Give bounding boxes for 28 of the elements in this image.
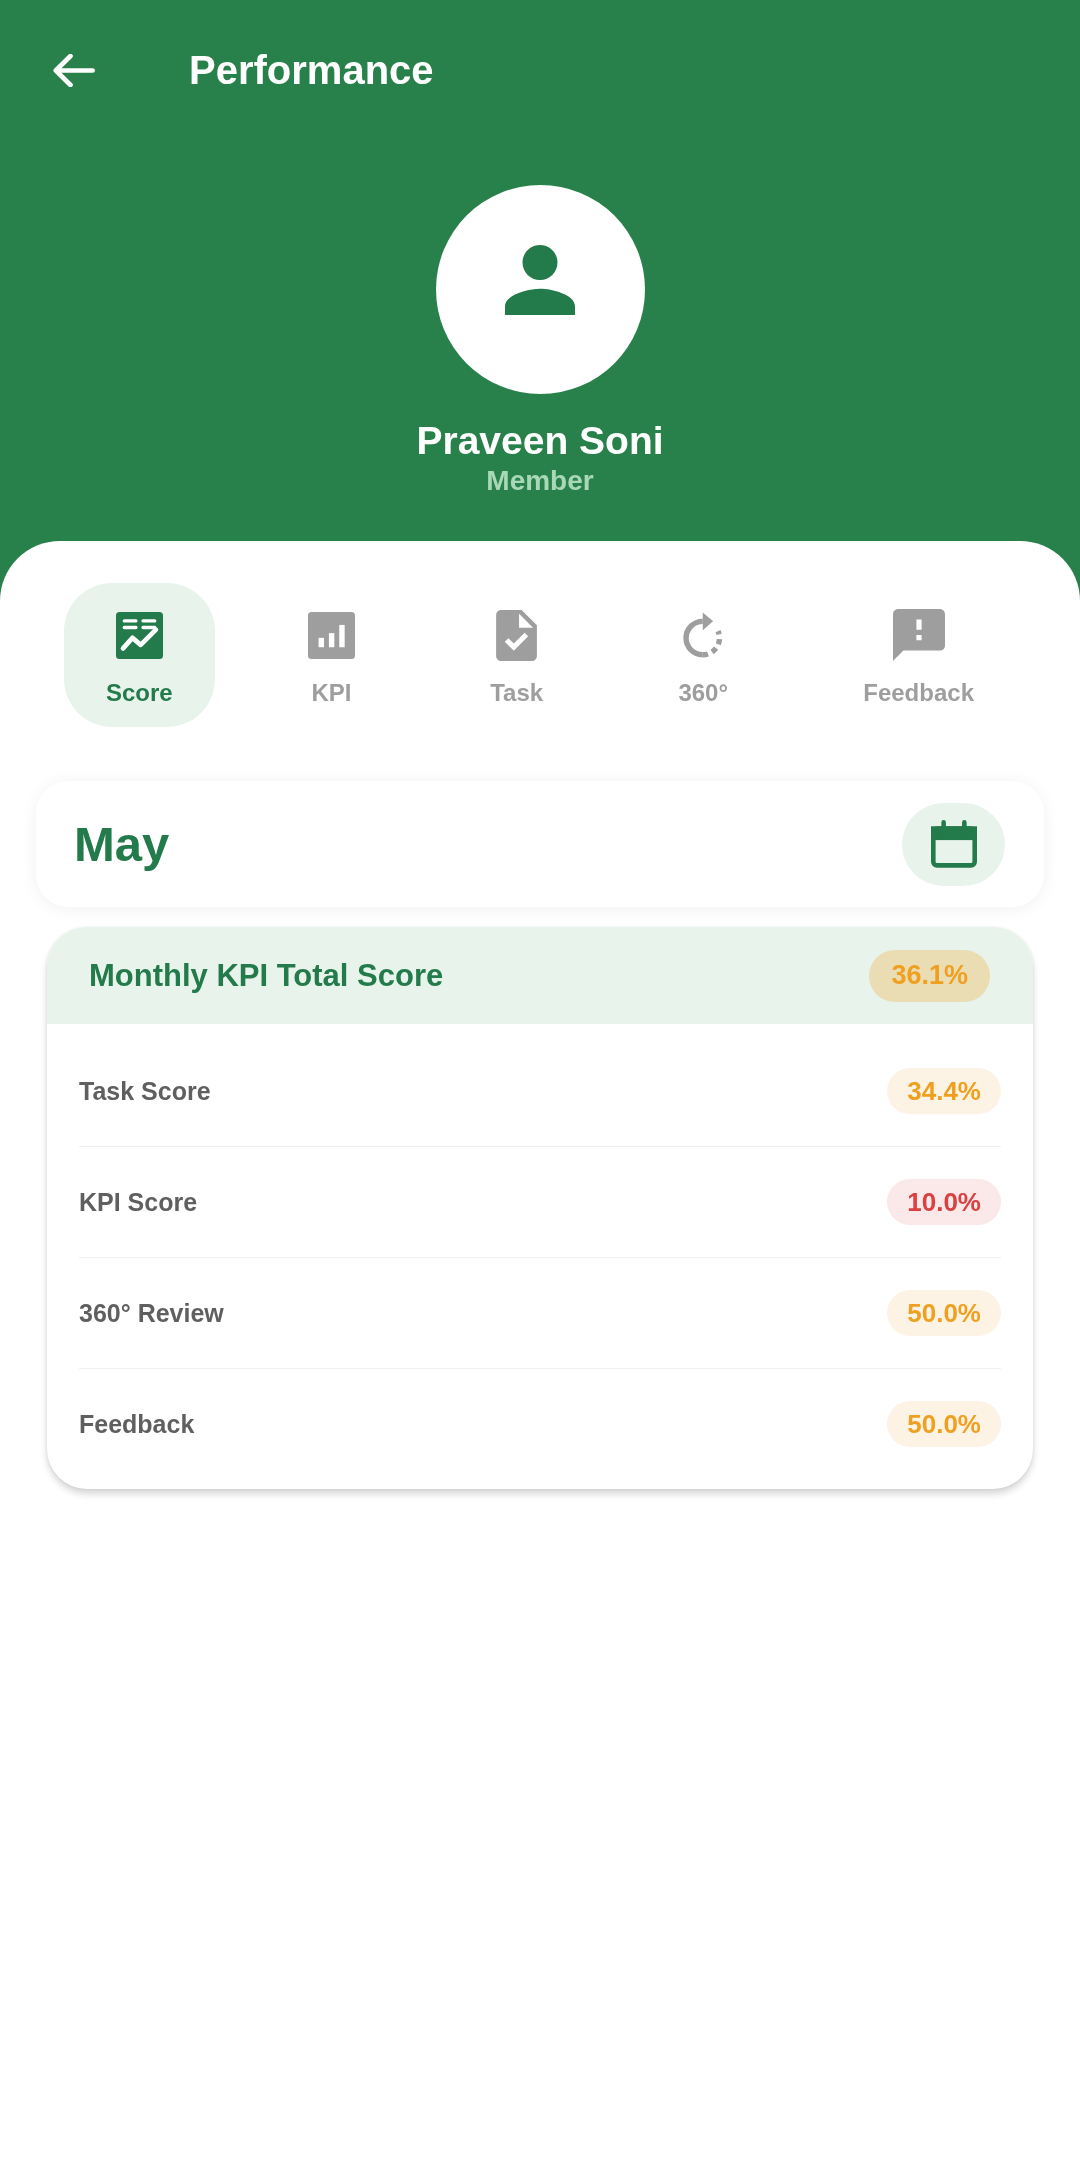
line-chart-icon <box>115 611 163 659</box>
score-label: Feedback <box>79 1409 195 1439</box>
tab[interactable]: Feedback <box>821 583 1016 727</box>
score-label: 360° Review <box>79 1298 224 1328</box>
score-badge: 34.4% <box>887 1068 1001 1114</box>
bar-chart-icon <box>307 611 355 659</box>
month-label: May <box>74 816 170 872</box>
score-label: Task Score <box>79 1076 211 1106</box>
tab[interactable]: KPI <box>265 583 397 727</box>
back-button[interactable] <box>53 53 95 87</box>
tab[interactable]: Score <box>64 583 215 727</box>
score-label: KPI Score <box>79 1187 198 1217</box>
person-icon <box>505 244 575 315</box>
tab[interactable]: Task <box>448 583 586 727</box>
score-badge: 50.0% <box>887 1290 1001 1336</box>
screen-title: Performance <box>189 47 434 94</box>
back-arrow-icon <box>53 53 95 87</box>
score-badge: 50.0% <box>887 1401 1001 1447</box>
document-check-icon <box>496 609 538 661</box>
score-badge: 10.0% <box>887 1179 1001 1225</box>
card-title: Monthly KPI Total Score <box>89 956 444 995</box>
total-score-badge: 36.1% <box>869 949 990 1002</box>
profile-role: Member <box>486 464 594 498</box>
speech-bubble-icon <box>892 609 945 661</box>
calendar-icon <box>930 820 977 868</box>
tab[interactable]: 360° <box>636 583 770 727</box>
rotate-arrow-icon <box>682 612 725 658</box>
profile-name: Praveen Soni <box>416 418 664 464</box>
